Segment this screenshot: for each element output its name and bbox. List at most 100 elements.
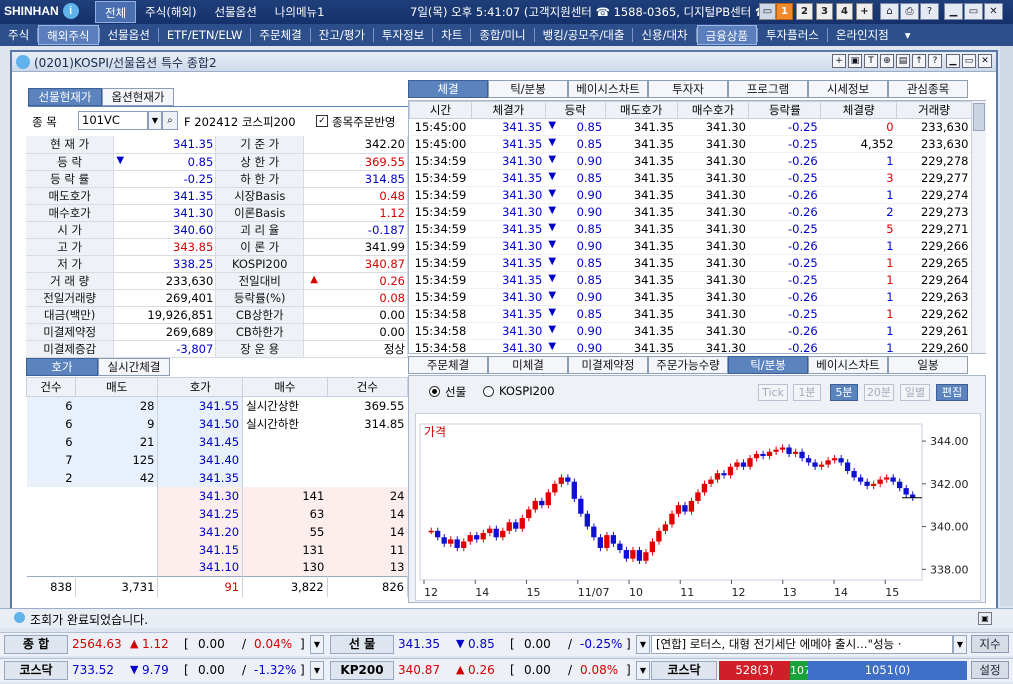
window-maximize-icon[interactable]: ▭ — [962, 54, 976, 68]
top-menu-overseas[interactable]: 주식(해외) — [136, 1, 205, 23]
ask-price[interactable]: 341.50 — [157, 414, 244, 433]
index-button[interactable]: 지수 — [971, 635, 1009, 653]
text-icon[interactable]: T — [864, 54, 878, 68]
status-expand-icon[interactable]: ▣ — [978, 612, 992, 625]
trade-row[interactable]: 15:34:59 341.30 ▼ 0.90 341.35 341.30 -0.26 1 229… — [409, 152, 972, 170]
tab-trades-2[interactable]: 베이시스차트 — [568, 80, 648, 98]
link-icon[interactable]: + — [832, 54, 846, 68]
menu-overseas-stock[interactable]: 해외주식 — [38, 25, 99, 45]
trade-row[interactable]: 15:34:59 341.35 ▼ 0.85 341.35 341.30 -0.25 1 229… — [409, 271, 972, 289]
tab-trades-5[interactable]: 시세정보 — [808, 80, 888, 98]
menu-more-icon[interactable]: ▾ — [897, 25, 919, 45]
top-menu-all[interactable]: 전체 — [95, 1, 137, 23]
bid-row[interactable]: 341.25 63 14 — [27, 504, 408, 523]
trade-row[interactable]: 15:34:58 341.30 ▼ 0.90 341.35 341.30 -0.26 1 229… — [409, 339, 972, 353]
screen-3-button[interactable]: 3 — [816, 3, 833, 20]
bid-price[interactable]: 341.20 — [157, 522, 244, 541]
tab-chart-2[interactable]: 미결제약정 — [568, 356, 648, 374]
maximize-icon[interactable]: ▭ — [964, 3, 983, 20]
window-titlebar[interactable]: (0201)KOSPI/선물옵션 특수 종합2 + ▣ T ⊕ ▤ ↑ ? ▁ … — [12, 52, 996, 72]
save-icon[interactable]: ▣ — [848, 54, 862, 68]
code-input[interactable]: 101VC — [78, 111, 148, 130]
add-screen-button[interactable]: + — [856, 3, 873, 20]
tab-options-price[interactable]: 옵션현재가 — [102, 88, 174, 106]
menu-stock[interactable]: 주식 — [0, 25, 37, 45]
window-help-icon[interactable]: ? — [928, 54, 942, 68]
menu-banking[interactable]: 뱅킹/공모주/대출 — [535, 25, 633, 45]
tab-futures-price[interactable]: 선물현재가 — [28, 88, 102, 106]
menu-chart[interactable]: 차트 — [433, 25, 470, 45]
ask-row[interactable]: 6 21 341.45 — [26, 432, 408, 451]
tab-chart-1[interactable]: 미체결 — [488, 356, 568, 374]
menu-products[interactable]: 금융상품 — [696, 25, 757, 45]
ticker-dropdown-icon[interactable]: ▼ — [310, 635, 324, 654]
tab-trades-4[interactable]: 프로그램 — [728, 80, 808, 98]
tab-chart-6[interactable]: 일봉 — [888, 356, 968, 374]
ask-price[interactable]: 341.55 — [157, 396, 244, 415]
tab-chart-4[interactable]: 틱/분봉 — [728, 356, 808, 374]
menu-credit[interactable]: 신용/대차 — [633, 25, 695, 45]
bid-row[interactable]: 341.20 55 14 — [27, 522, 408, 541]
tab-chart-0[interactable]: 주문체결 — [408, 356, 488, 374]
unit-5min-button[interactable]: 5분 — [830, 384, 858, 401]
ask-row[interactable]: 6 28 341.55 실시간상한 369.55 — [26, 396, 408, 415]
trade-row[interactable]: 15:34:59 341.35 ▼ 0.85 341.35 341.30 -0.25 5 229… — [409, 220, 972, 238]
help-icon[interactable]: ? — [920, 3, 939, 20]
ask-price[interactable]: 341.45 — [157, 432, 244, 451]
price-chart[interactable]: 344.00 342.00 340.00 338.00 12 14 15 11/07 10 11 1… — [416, 414, 982, 602]
menu-etf[interactable]: ETF/ETN/ELW — [159, 25, 251, 45]
background-scrollbar[interactable] — [1000, 46, 1013, 606]
trade-row[interactable]: 15:45:00 341.35 ▼ 0.85 341.35 341.30 -0.25 4,35… — [409, 135, 972, 153]
bid-price[interactable]: 341.30 — [157, 486, 244, 505]
minimize-icon[interactable]: ▁ — [944, 3, 963, 20]
bid-price[interactable]: 341.10 — [157, 558, 244, 577]
ask-row[interactable]: 2 42 341.35 — [26, 468, 408, 487]
window-minimize-icon[interactable]: ▁ — [946, 54, 960, 68]
close-icon[interactable]: ✕ — [984, 3, 1003, 20]
trades-scrollbar[interactable] — [971, 101, 986, 353]
trade-row[interactable]: 15:34:59 341.30 ▼ 0.90 341.35 341.30 -0.26 1 229… — [409, 186, 972, 204]
tab-orderbook[interactable]: 호가 — [26, 358, 98, 376]
settings-button[interactable]: 설정 — [971, 661, 1009, 679]
tab-trades-6[interactable]: 관심종목 — [888, 80, 968, 98]
tab-trades-1[interactable]: 틱/분봉 — [488, 80, 568, 98]
edit-button[interactable]: 편집 — [936, 384, 968, 401]
ticker-dropdown-icon[interactable]: ▼ — [636, 635, 650, 654]
tab-chart-5[interactable]: 베이시스차트 — [808, 356, 888, 374]
order-reflect-checkbox[interactable]: ✓ — [316, 115, 328, 127]
menu-futures-options[interactable]: 선물옵션 — [100, 25, 158, 45]
zoom-icon[interactable]: ⊕ — [880, 54, 894, 68]
print-icon[interactable]: ⎙ — [900, 3, 919, 20]
trade-row[interactable]: 15:34:58 341.30 ▼ 0.90 341.35 341.30 -0.26 1 229… — [409, 322, 972, 340]
trade-row[interactable]: 15:34:59 341.35 ▼ 0.85 341.35 341.30 -0.25 3 229… — [409, 169, 972, 187]
menu-info[interactable]: 투자정보 — [374, 25, 432, 45]
unit-daily-button[interactable]: 일별 — [900, 384, 930, 401]
tab-chart-3[interactable]: 주문가능수량 — [648, 356, 728, 374]
trade-row[interactable]: 15:45:00 341.35 ▼ 0.85 341.35 341.30 -0.25 0 233… — [409, 118, 972, 136]
tab-realtime-trades[interactable]: 실시간체결 — [98, 358, 170, 376]
ticker-dropdown-icon[interactable]: ▼ — [636, 661, 650, 680]
unit-20min-button[interactable]: 20분 — [864, 384, 894, 401]
monitor-icon[interactable]: ▭ — [759, 3, 776, 20]
news-ticker[interactable]: [연합] 로터스, 대형 전기세단 에메야 출시…"성능 · — [651, 635, 953, 654]
radio-kospi200[interactable] — [483, 386, 494, 397]
screen-1-button[interactable]: 1 — [776, 3, 793, 20]
menu-invest-plus[interactable]: 투자플러스 — [758, 25, 827, 45]
trades-scroll-thumb[interactable] — [973, 103, 985, 131]
menu-order[interactable]: 주문체결 — [251, 25, 309, 45]
ask-row[interactable]: 6 9 341.50 실시간하한 314.85 — [26, 414, 408, 433]
trade-row[interactable]: 15:34:59 341.30 ▼ 0.90 341.35 341.30 -0.26 1 229… — [409, 237, 972, 255]
bid-row[interactable]: 341.10 130 13 — [27, 558, 408, 577]
news-dropdown-icon[interactable]: ▼ — [953, 635, 967, 654]
screen-4-button[interactable]: 4 — [836, 3, 853, 20]
ask-price[interactable]: 341.35 — [157, 468, 244, 487]
trade-row[interactable]: 15:34:59 341.30 ▼ 0.90 341.35 341.30 -0.26 2 229… — [409, 203, 972, 221]
trade-row[interactable]: 15:34:59 341.35 ▼ 0.85 341.35 341.30 -0.25 1 229… — [409, 254, 972, 272]
bid-price[interactable]: 341.15 — [157, 540, 244, 559]
ticker-dropdown-icon[interactable]: ▼ — [310, 661, 324, 680]
top-menu-futures[interactable]: 선물옵션 — [205, 1, 265, 23]
window-close-icon[interactable]: ✕ — [978, 54, 992, 68]
home-icon[interactable]: ⌂ — [880, 3, 899, 20]
menu-balance[interactable]: 잔고/평가 — [311, 25, 373, 45]
ask-row[interactable]: 7 125 341.40 — [26, 450, 408, 469]
